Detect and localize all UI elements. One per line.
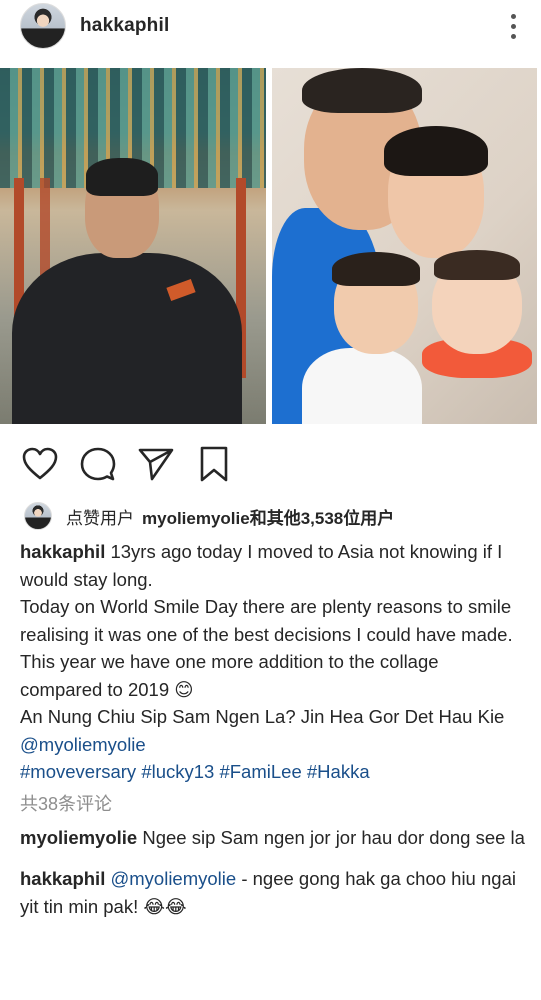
likes-summary[interactable]: 点赞用户 myoliemyolie和其他3,538位用户 bbox=[24, 500, 521, 532]
heart-outline-icon[interactable] bbox=[20, 444, 60, 484]
bookmark-icon[interactable] bbox=[194, 444, 234, 484]
post-header: hakkaphil bbox=[0, 0, 541, 52]
liker-avatar bbox=[24, 502, 52, 530]
view-all-comments-link[interactable]: 共38条评论 bbox=[20, 790, 525, 818]
comment-bubble-icon[interactable] bbox=[78, 444, 118, 484]
photo-now bbox=[272, 68, 537, 424]
comment-text: Ngee sip Sam ngen jor jor hau dor dong s… bbox=[142, 826, 525, 848]
caption-text-2: Today on World Smile Day there are plent… bbox=[20, 596, 513, 645]
paper-plane-icon[interactable] bbox=[136, 444, 176, 484]
caption-hashtags[interactable]: #moveversary #lucky13 #FamiLee #Hakka bbox=[20, 758, 525, 786]
likes-count[interactable]: myoliemyolie和其他3,538位用户 bbox=[142, 504, 394, 529]
caption-text-3: This year we have one more addition to t… bbox=[20, 651, 439, 700]
comment-item: myoliemyolie Ngee sip Sam ngen jor jor h… bbox=[20, 824, 525, 852]
comment-item: hakkaphil @myoliemyolie - ngee gong hak … bbox=[20, 865, 525, 920]
comment-username[interactable]: hakkaphil bbox=[20, 868, 105, 889]
comment-mention[interactable]: @myoliemyolie bbox=[110, 868, 236, 889]
caption-username[interactable]: hakkaphil bbox=[20, 541, 105, 562]
photo-then bbox=[0, 68, 266, 424]
caption-mention[interactable]: @myoliemyolie bbox=[20, 731, 525, 759]
likes-prefix: 点赞用户 bbox=[66, 508, 134, 528]
comment-username[interactable]: myoliemyolie bbox=[20, 827, 137, 848]
post-caption: hakkaphil 13yrs ago today I moved to Asi… bbox=[20, 538, 525, 920]
caption-text-4: An Nung Chiu Sip Sam Ngen La? Jin Hea Go… bbox=[20, 706, 505, 727]
author-avatar[interactable] bbox=[20, 3, 66, 49]
post-media-collage[interactable] bbox=[0, 68, 541, 426]
more-options-icon[interactable] bbox=[503, 13, 523, 39]
caption-line-1: hakkaphil 13yrs ago today I moved to Asi… bbox=[20, 538, 525, 593]
post-actions bbox=[0, 440, 541, 488]
author-username[interactable]: hakkaphil bbox=[80, 15, 169, 37]
